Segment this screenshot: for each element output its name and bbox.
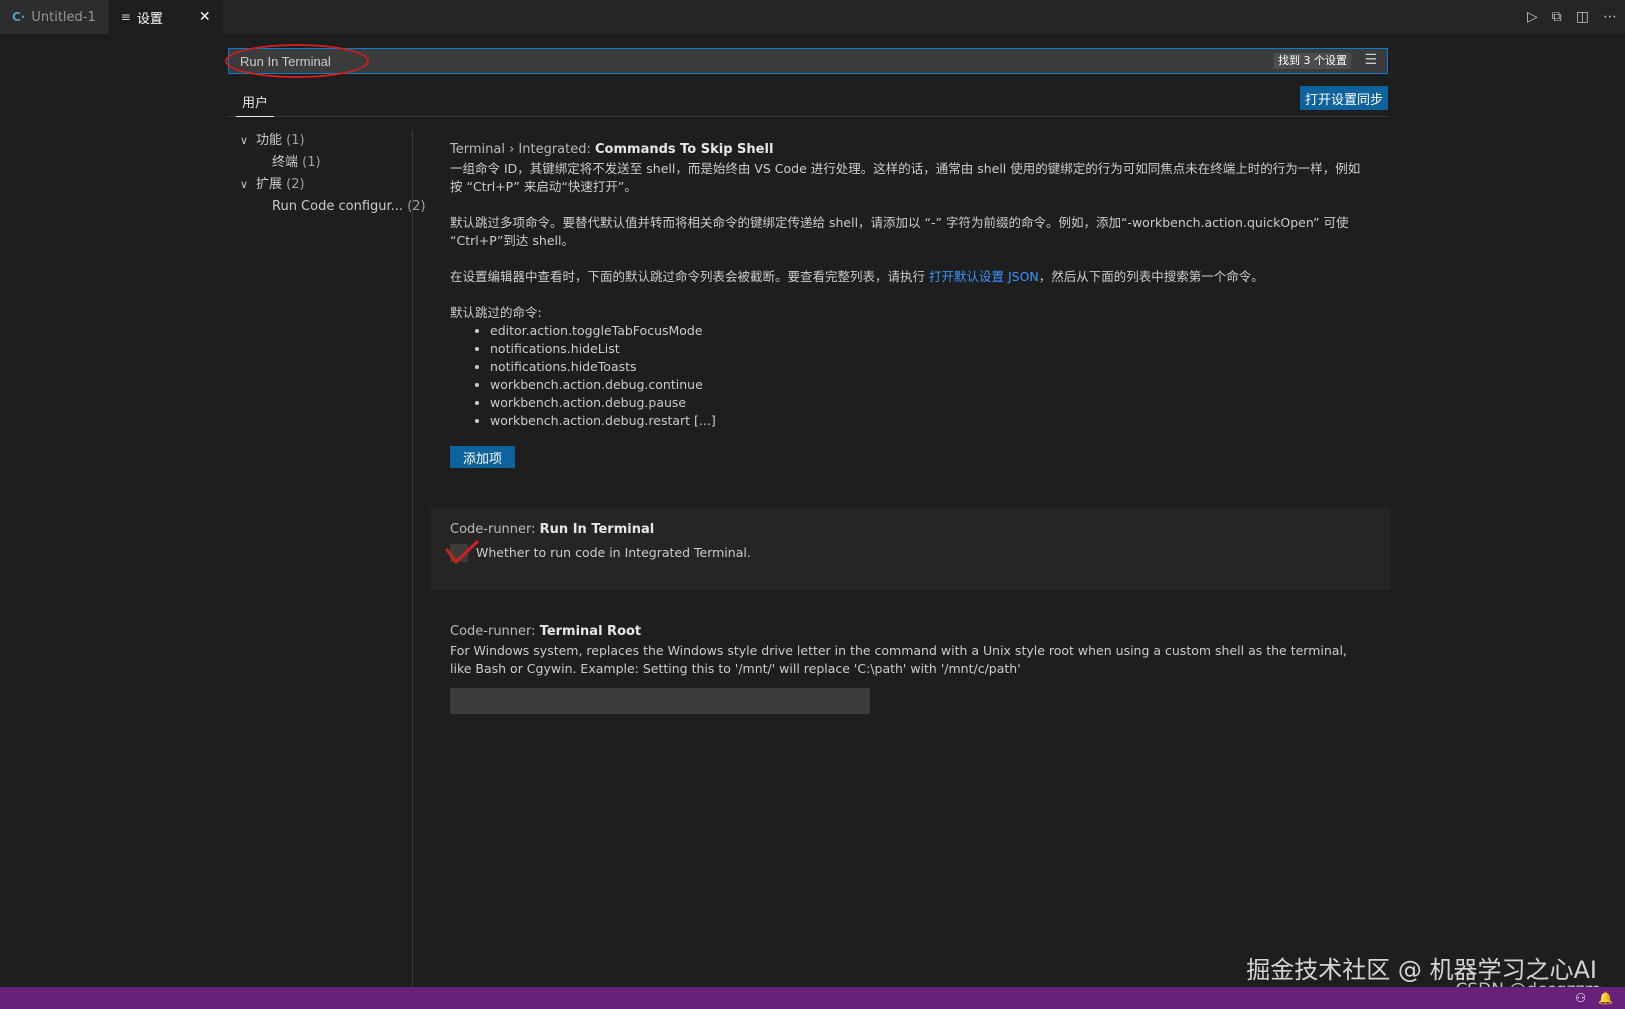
desc-paragraph: 在设置编辑器中查看时，下面的默认跳过命令列表会被截断。要查看完整列表，请执行 打… — [450, 268, 1370, 286]
split-editor-icon[interactable]: ◫ — [1576, 9, 1589, 25]
setting-category: Terminal › Integrated: — [450, 142, 595, 157]
settings-scope-row: 用户 打开设置同步 — [228, 86, 1388, 117]
settings-toc: ∨ 功能 (1) 终端 (1) ∨ 扩展 (2) Run Code configur… — [240, 130, 426, 218]
setting-title: Terminal › Integrated: Commands To Skip … — [450, 140, 1370, 160]
settings-list: Terminal › Integrated: Commands To Skip … — [430, 140, 1390, 726]
setting-description: Whether to run code in Integrated Termin… — [476, 545, 751, 560]
list-item: notifications.hideList — [490, 340, 1370, 358]
setting-description: 一组命令 ID，其键绑定将不发送至 shell，而是始终由 VS Code 进行… — [450, 160, 1370, 322]
editor-tab-bar: C· Untitled-1 ≡ 设置 ✕ ▷ ⧉ ◫ ⋯ — [0, 0, 1625, 34]
toc-item-extensions[interactable]: ∨ 扩展 (2) — [240, 174, 416, 196]
desc-text: ，然后从下面的列表中搜索第一个命令。 — [1038, 269, 1264, 284]
toc-item-terminal[interactable]: 终端 (1) — [240, 152, 416, 174]
filter-icon[interactable]: ☰ — [1364, 52, 1377, 68]
chevron-down-icon: ∨ — [240, 178, 249, 191]
toc-item-features[interactable]: ∨ 功能 (1) — [240, 130, 416, 152]
setting-run-in-terminal: Code-runner: Run In Terminal Whether to … — [430, 508, 1390, 590]
list-item: editor.action.toggleTabFocusMode — [490, 322, 1370, 340]
settings-search-box: 找到 3 个设置 ☰ — [228, 48, 1388, 74]
toc-count: (2) — [286, 177, 305, 192]
toc-divider — [412, 130, 413, 990]
setting-name: Terminal Root — [539, 624, 642, 639]
open-settings-json-icon[interactable]: ⧉ — [1552, 9, 1562, 25]
run-icon[interactable]: ▷ — [1527, 9, 1538, 25]
desc-paragraph: 一组命令 ID，其键绑定将不发送至 shell，而是始终由 VS Code 进行… — [450, 161, 1361, 194]
setting-terminal-root: Code-runner: Terminal Root For Windows s… — [430, 610, 1390, 726]
default-commands-list: editor.action.toggleTabFocusMode notific… — [450, 322, 1370, 430]
toc-count: (1) — [302, 155, 321, 170]
setting-name: Run In Terminal — [539, 522, 655, 537]
setting-commands-to-skip-shell: Terminal › Integrated: Commands To Skip … — [430, 140, 1390, 468]
tab-settings[interactable]: ≡ 设置 ✕ — [108, 0, 224, 34]
editor-actions: ▷ ⧉ ◫ ⋯ — [1527, 0, 1617, 34]
run-in-terminal-checkbox[interactable] — [450, 544, 468, 562]
bell-icon[interactable]: 🔔 — [1598, 991, 1613, 1005]
toc-count: (2) — [407, 199, 426, 214]
settings-sync-button[interactable]: 打开设置同步 — [1299, 86, 1388, 110]
tab-untitled-1[interactable]: C· Untitled-1 — [0, 0, 109, 34]
commands-heading: 默认跳过的命令: — [450, 305, 542, 320]
desc-text: 在设置编辑器中查看时，下面的默认跳过命令列表会被截断。要查看完整列表，请执行 — [450, 269, 929, 284]
toc-label: 终端 — [272, 155, 299, 170]
account-icon[interactable]: ⚇ — [1575, 991, 1586, 1005]
watermark-text: 掘金技术社区 @ 机器学习之心AI — [1246, 956, 1597, 984]
status-bar: ⚇ 🔔 — [0, 987, 1625, 1009]
add-item-button[interactable]: 添加项 — [450, 446, 516, 468]
setting-category: Code-runner: — [450, 624, 540, 639]
tab-user[interactable]: 用户 — [236, 92, 275, 117]
c-file-icon: C· — [12, 10, 26, 24]
list-item: workbench.action.debug.pause — [490, 394, 1370, 412]
toc-label: Run Code configur... — [272, 199, 404, 214]
close-icon[interactable]: ✕ — [199, 9, 211, 25]
setting-category: Code-runner: — [450, 522, 540, 537]
toc-item-run-code[interactable]: Run Code configur... (2) — [240, 196, 426, 218]
setting-title: Code-runner: Run In Terminal — [450, 520, 1370, 540]
checkbox-row: Whether to run code in Integrated Termin… — [445, 540, 1370, 565]
list-item: notifications.hideToasts — [490, 358, 1370, 376]
tab-label: Untitled-1 — [31, 9, 96, 25]
toc-count: (1) — [286, 133, 305, 148]
list-item: workbench.action.debug.restart [...] — [490, 412, 1370, 430]
list-item: workbench.action.debug.continue — [490, 376, 1370, 394]
tab-label: 设置 — [136, 11, 163, 27]
toc-label: 扩展 — [256, 177, 283, 192]
terminal-root-input[interactable] — [450, 688, 870, 714]
open-default-settings-json-link[interactable]: 打开默认设置 JSON — [929, 269, 1039, 284]
more-actions-icon[interactable]: ⋯ — [1603, 9, 1617, 25]
settings-lines-icon: ≡ — [120, 10, 131, 24]
desc-paragraph: 默认跳过多项命令。要替代默认值并转而将相关命令的键绑定传递给 shell，请添加… — [450, 215, 1349, 248]
search-result-count: 找到 3 个设置 — [1274, 53, 1351, 69]
chevron-down-icon: ∨ — [240, 134, 249, 147]
setting-name: Commands To Skip Shell — [595, 142, 774, 157]
toc-label: 功能 — [256, 133, 283, 148]
search-input[interactable] — [240, 53, 1240, 69]
setting-description: For Windows system, replaces the Windows… — [450, 643, 1347, 676]
setting-title: Code-runner: Terminal Root — [450, 622, 1370, 642]
